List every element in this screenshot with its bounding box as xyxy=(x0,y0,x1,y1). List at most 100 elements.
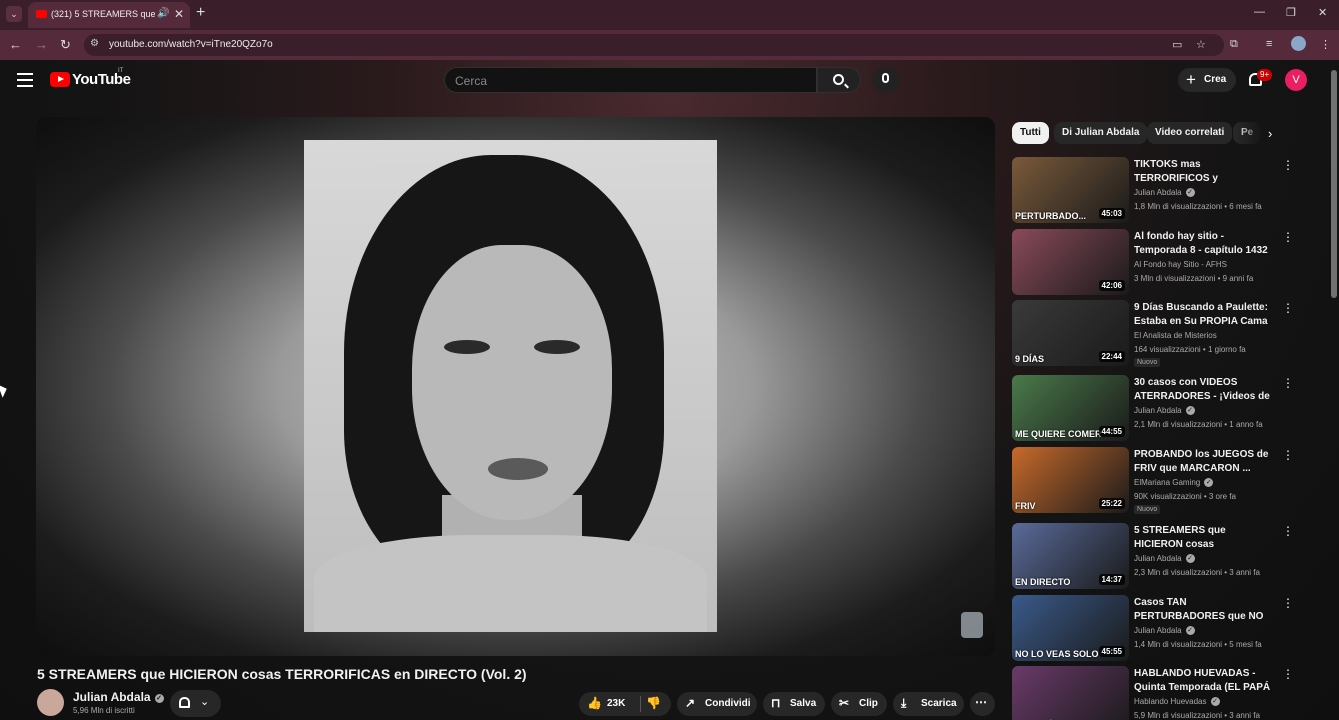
site-info-icon[interactable]: ⚙ xyxy=(90,38,99,49)
recommendation-item[interactable]: FRIV 25:22 PROBANDO los JUEGOS de FRIV que… xyxy=(1012,447,1302,515)
video-thumbnail[interactable]: EN DIRECTO 14:37 xyxy=(1012,523,1129,589)
close-window-button[interactable]: ✕ xyxy=(1318,6,1327,19)
recommendation-channel[interactable]: Al Fondo hay Sitio - AFHS xyxy=(1134,260,1227,269)
video-thumbnail[interactable]: EL PAPÁ DE RICARDO xyxy=(1012,666,1129,720)
tab-title: (321) 5 STREAMERS que HICIERON cosas TER… xyxy=(51,9,155,19)
share-button[interactable]: ↗ Condividi xyxy=(677,692,757,716)
recommendation-channel-row[interactable]: El Analista de Misterios xyxy=(1134,331,1217,340)
recommendation-title[interactable]: 30 casos con VIDEOS ATERRADORES - ¡Video… xyxy=(1134,376,1274,404)
scrollbar-thumb[interactable] xyxy=(1331,70,1337,298)
chip-from-channel[interactable]: Di Julian Abdala xyxy=(1054,122,1148,144)
recommendation-title[interactable]: 9 Días Buscando a Paulette: Estaba en Su… xyxy=(1134,301,1274,329)
recommendation-channel[interactable]: Julian Abdala xyxy=(1134,406,1182,415)
channel-avatar[interactable] xyxy=(37,689,64,716)
recommendation-channel[interactable]: ElMariana Gaming xyxy=(1134,478,1200,487)
new-tab-button[interactable]: + xyxy=(196,4,205,22)
chip-all[interactable]: Tutti xyxy=(1012,122,1049,144)
cast-icon[interactable]: ▭ xyxy=(1172,38,1182,51)
subscription-notifications-button[interactable]: ⌄ xyxy=(170,690,221,717)
recommendation-channel-row[interactable]: Julian Abdala ✓ xyxy=(1134,406,1195,415)
search-input[interactable] xyxy=(455,73,805,88)
video-player[interactable] xyxy=(36,117,995,656)
restore-button[interactable]: ❐ xyxy=(1286,6,1296,19)
recommendation-channel-row[interactable]: Julian Abdala ✓ xyxy=(1134,554,1195,563)
recommendation-channel[interactable]: Hablando Huevadas xyxy=(1134,697,1207,706)
more-vertical-icon[interactable]: ⋮ xyxy=(1282,667,1294,681)
clip-button[interactable]: ✂ Clip xyxy=(831,692,887,716)
recommendation-item[interactable]: NO LO VEAS SOLO 45:55 Casos TAN PERTURBADO… xyxy=(1012,595,1302,663)
more-vertical-icon[interactable]: ⋮ xyxy=(1282,158,1294,172)
recommendation-channel[interactable]: Julian Abdala xyxy=(1134,188,1182,197)
chevron-right-icon[interactable]: › xyxy=(1268,126,1272,141)
close-tab-icon[interactable]: ✕ xyxy=(174,7,184,21)
speaker-icon[interactable]: 🔊 xyxy=(157,8,169,19)
forward-button[interactable]: → xyxy=(35,37,48,52)
recommendation-channel-row[interactable]: Al Fondo hay Sitio - AFHS xyxy=(1134,260,1227,269)
hamburger-menu-icon[interactable] xyxy=(17,73,33,87)
youtube-logo-icon[interactable] xyxy=(50,72,70,87)
chip-related[interactable]: Video correlati xyxy=(1147,122,1233,144)
like-count[interactable]: 23K xyxy=(607,698,625,709)
video-thumbnail[interactable]: FRIV 25:22 xyxy=(1012,447,1129,513)
channel-name[interactable]: Julian Abdala xyxy=(73,690,151,704)
recommendation-item[interactable]: EN DIRECTO 14:37 5 STREAMERS que HICIERON … xyxy=(1012,523,1302,591)
search-button[interactable] xyxy=(817,67,861,93)
video-thumbnail[interactable]: 9 DÍAS 22:44 xyxy=(1012,300,1129,366)
more-vertical-icon[interactable]: ⋮ xyxy=(1282,230,1294,244)
recommendation-title[interactable]: TIKTOKS mas TERRORIFICOS y PERTURBADORES… xyxy=(1134,158,1274,186)
recommendation-title[interactable]: HABLANDO HUEVADAS - Quinta Temporada (EL… xyxy=(1134,667,1274,695)
channel-watermark-icon[interactable] xyxy=(961,612,983,638)
channel-name-row[interactable]: Julian Abdala ✓ xyxy=(73,690,164,704)
tab-search-button[interactable]: ⌄ xyxy=(6,6,22,22)
video-thumbnail[interactable]: ME QUIERE COMER 44:55 xyxy=(1012,375,1129,441)
url-text[interactable]: youtube.com/watch?v=iTne20QZo7o xyxy=(109,39,273,50)
bookmark-star-icon[interactable]: ☆ xyxy=(1196,38,1206,51)
recommendation-title[interactable]: Casos TAN PERTURBADORES que NO puedo MEN… xyxy=(1134,596,1274,624)
back-button[interactable]: ← xyxy=(9,37,22,52)
browser-menu-icon[interactable]: ⋮ xyxy=(1320,38,1331,51)
reload-button[interactable]: ↻ xyxy=(60,37,71,53)
more-vertical-icon[interactable]: ⋮ xyxy=(1282,376,1294,390)
recommendation-meta: 1,8 Mln di visualizzazioni • 6 mesi fa xyxy=(1134,202,1262,211)
extensions-icon[interactable]: ⧉ xyxy=(1230,38,1238,51)
recommendation-item[interactable]: 9 DÍAS 22:44 9 Días Buscando a Paulette: E… xyxy=(1012,300,1302,368)
recommendation-channel-row[interactable]: Hablando Huevadas ✓ xyxy=(1134,697,1220,706)
more-vertical-icon[interactable]: ⋮ xyxy=(1282,524,1294,538)
recommendation-item[interactable]: EL PAPÁ DE RICARDOHABLANDO HUEVADAS - Qu… xyxy=(1012,666,1302,720)
country-code: IT xyxy=(118,68,124,74)
more-vertical-icon[interactable]: ⋮ xyxy=(1282,448,1294,462)
recommendation-channel-row[interactable]: Julian Abdala ✓ xyxy=(1134,626,1195,635)
recommendation-channel[interactable]: El Analista de Misterios xyxy=(1134,331,1217,340)
recommendation-channel[interactable]: Julian Abdala xyxy=(1134,626,1182,635)
browser-tab[interactable]: (321) 5 STREAMERS que HICIERON cosas TER… xyxy=(28,2,190,28)
create-button[interactable]: + Crea xyxy=(1178,68,1236,92)
media-controls-icon[interactable]: ≡ xyxy=(1266,38,1272,50)
more-vertical-icon[interactable]: ⋮ xyxy=(1282,596,1294,610)
recommendation-item[interactable]: ME QUIERE COMER 44:55 30 casos con VIDEOS … xyxy=(1012,375,1302,443)
video-thumbnail[interactable]: 42:06 xyxy=(1012,229,1129,295)
download-button[interactable]: ⤓ Scarica xyxy=(893,692,964,716)
recommendation-item[interactable]: PERTURBADO... 45:03 TIKTOKS mas TERRORIFIC… xyxy=(1012,157,1302,225)
recommendation-channel-row[interactable]: Julian Abdala ✓ xyxy=(1134,188,1195,197)
omnibox[interactable]: ⚙ youtube.com/watch?v=iTne20QZo7o xyxy=(84,34,1224,56)
browser-profile-avatar[interactable] xyxy=(1291,36,1306,51)
recommendation-title[interactable]: PROBANDO los JUEGOS de FRIV que MARCARON… xyxy=(1134,448,1274,476)
portrait-left-eye xyxy=(444,340,490,354)
video-thumbnail[interactable]: PERTURBADO... 45:03 xyxy=(1012,157,1129,223)
recommendation-channel-row[interactable]: ElMariana Gaming ✓ xyxy=(1134,478,1214,487)
recommendation-item[interactable]: 42:06 Al fondo hay sitio - Temporada 8 - … xyxy=(1012,229,1302,297)
more-vertical-icon[interactable]: ⋮ xyxy=(1282,301,1294,315)
like-icon[interactable]: 👍 xyxy=(587,696,602,710)
video-thumbnail[interactable]: NO LO VEAS SOLO 45:55 xyxy=(1012,595,1129,661)
account-avatar[interactable]: V xyxy=(1285,69,1307,91)
save-button[interactable]: ⊓ Salva xyxy=(763,692,825,716)
dislike-icon[interactable]: 👎 xyxy=(646,696,661,710)
minimize-button[interactable]: — xyxy=(1254,6,1265,18)
subscriber-count: 5,96 Mln di iscritti xyxy=(73,706,135,715)
recommendation-channel[interactable]: Julian Abdala xyxy=(1134,554,1182,563)
verified-icon: ✓ xyxy=(1185,188,1195,197)
more-actions-button[interactable]: ⋯ xyxy=(970,692,995,716)
voice-search-button[interactable] xyxy=(872,67,899,93)
recommendation-title[interactable]: 5 STREAMERS que HICIERON cosas TERRORIFI… xyxy=(1134,524,1274,552)
recommendation-title[interactable]: Al fondo hay sitio - Temporada 8 - capít… xyxy=(1134,230,1274,258)
